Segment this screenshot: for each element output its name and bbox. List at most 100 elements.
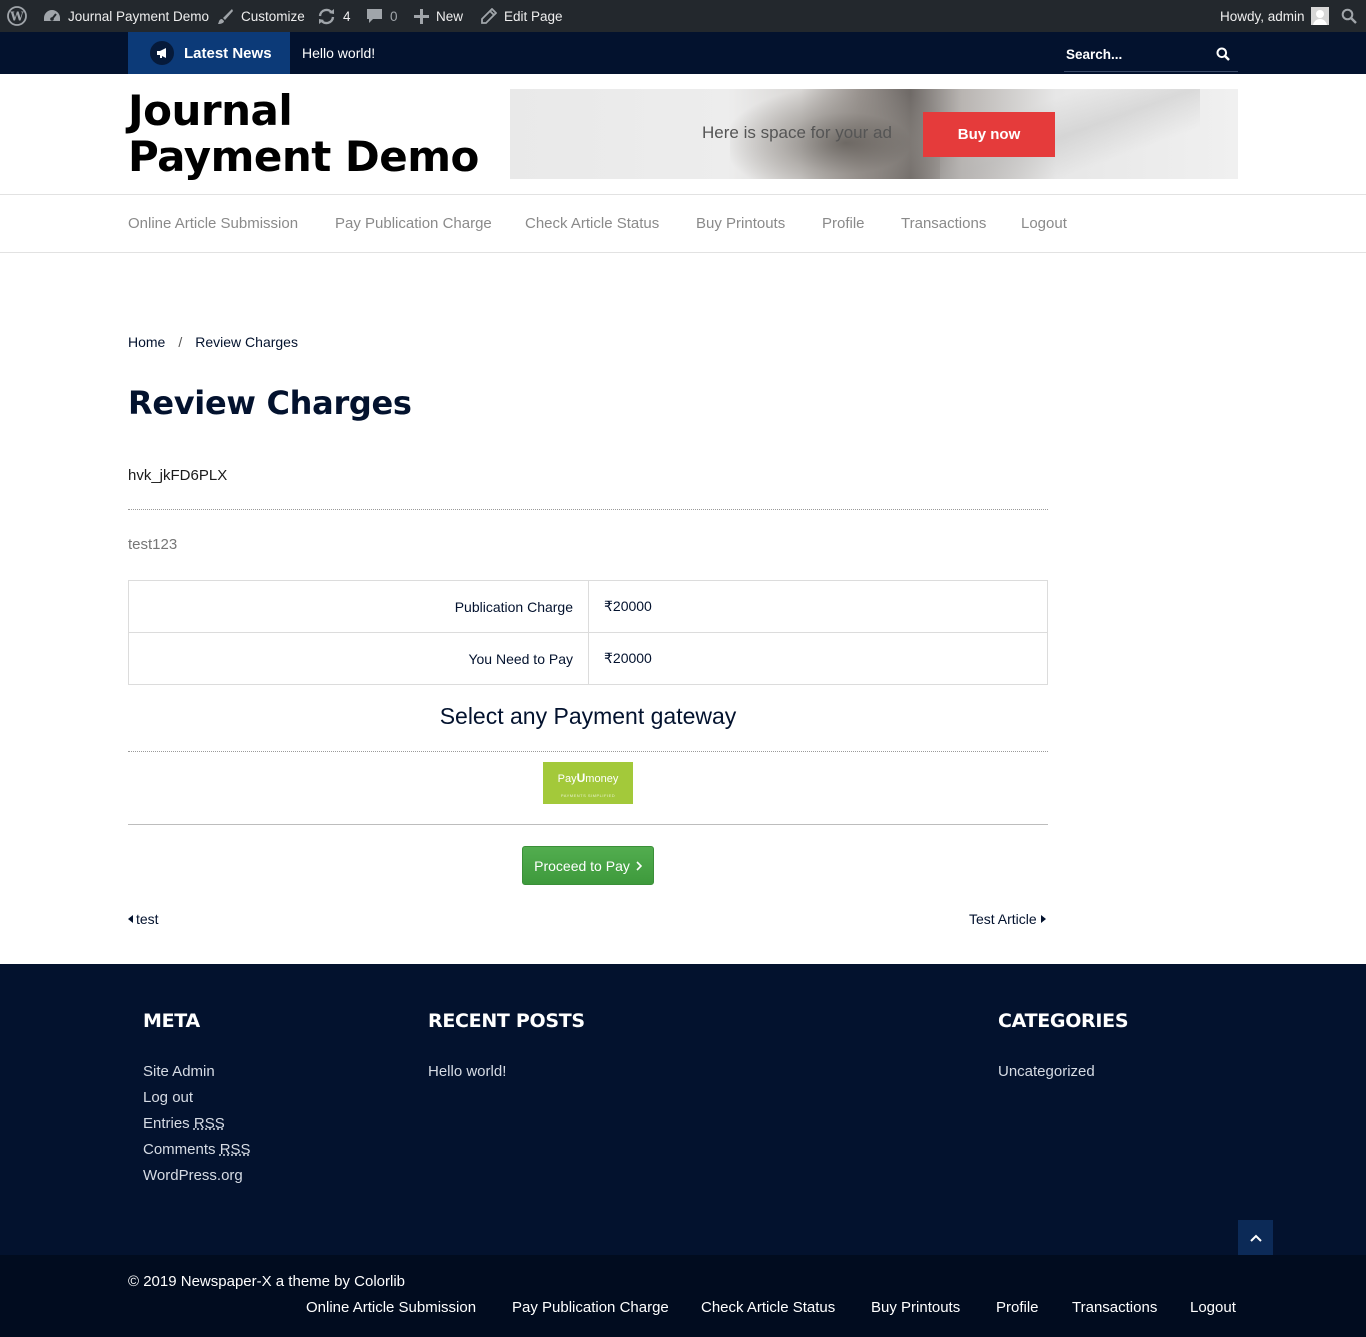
back-to-top-button[interactable] xyxy=(1238,1220,1273,1255)
updates-link[interactable]: 4 xyxy=(317,0,351,32)
next-post-link[interactable]: Test Article xyxy=(969,911,1046,927)
customize-link[interactable]: Customize xyxy=(217,0,305,32)
comments-link[interactable]: 0 xyxy=(366,0,398,32)
meta-entries-rss[interactable]: Entries RSS xyxy=(143,1115,225,1132)
pencil-icon xyxy=(481,8,497,24)
top-bar: Latest News Hello world! xyxy=(0,32,1366,74)
page-title: Review Charges xyxy=(128,384,412,422)
chevron-right-icon xyxy=(636,860,642,871)
chevron-up-icon xyxy=(1249,1234,1262,1242)
rss-abbr: RSS xyxy=(219,1141,251,1158)
breadcrumb-separator: / xyxy=(178,334,183,350)
meta-log-out[interactable]: Log out xyxy=(143,1089,193,1106)
divider xyxy=(128,509,1048,510)
footer-nav-online-article-submission[interactable]: Online Article Submission xyxy=(306,1299,476,1316)
breadcrumb-current: Review Charges xyxy=(195,334,298,350)
table-row: You Need to Pay ₹20000 xyxy=(128,632,1048,685)
footer-nav-logout[interactable]: Logout xyxy=(1190,1299,1236,1316)
next-post-title: Test Article xyxy=(969,911,1037,927)
gateway-heading: Select any Payment gateway xyxy=(439,703,737,729)
charges-table: Publication Charge ₹20000 You Need to Pa… xyxy=(128,580,1048,685)
payumoney-logo: PayUmoney xyxy=(543,771,633,785)
entries-rss-prefix: Entries xyxy=(143,1115,194,1132)
brush-icon xyxy=(217,8,234,25)
previous-post-title: test xyxy=(136,911,159,927)
nav-pay-publication-charge[interactable]: Pay Publication Charge xyxy=(335,195,492,252)
charge-label: Publication Charge xyxy=(128,580,589,633)
ad-banner[interactable]: Here is space for your ad Buy now xyxy=(510,89,1238,179)
search-input[interactable] xyxy=(1066,42,1206,66)
breadcrumb-home[interactable]: Home xyxy=(128,334,165,350)
footer-nav-profile[interactable]: Profile xyxy=(996,1299,1039,1316)
proceed-to-pay-button[interactable]: Proceed to Pay xyxy=(522,846,654,885)
widget-title-recent-posts: RECENT POSTS xyxy=(428,1010,585,1032)
proceed-label: Proceed to Pay xyxy=(534,857,630,874)
new-content-link[interactable]: New xyxy=(414,0,463,32)
divider xyxy=(128,824,1048,825)
wordpress-icon: W xyxy=(7,6,27,26)
latest-news-label: Latest News xyxy=(128,32,290,74)
comment-icon xyxy=(366,8,383,24)
search-icon xyxy=(1341,8,1357,24)
news-ticker-item[interactable]: Hello world! xyxy=(302,32,375,74)
ad-text: Here is space for your ad xyxy=(702,123,892,142)
payu-tagline: PAYMENTS SIMPLIFIED xyxy=(560,793,616,798)
svg-text:W: W xyxy=(9,10,24,24)
nav-check-article-status[interactable]: Check Article Status xyxy=(525,195,659,252)
search-form xyxy=(1064,38,1238,72)
footer-nav-transactions[interactable]: Transactions xyxy=(1072,1299,1157,1316)
comments-rss-prefix: Comments xyxy=(143,1141,220,1158)
copyright-text: © 2019 Newspaper-X a theme by Colorlib xyxy=(128,1273,406,1290)
site-name-menu[interactable]: Journal Payment Demo xyxy=(43,0,209,32)
site-title[interactable]: Journal Payment Demo xyxy=(128,88,498,180)
search-icon xyxy=(1216,47,1230,61)
comments-count: 0 xyxy=(390,8,398,24)
meta-comments-rss[interactable]: Comments RSS xyxy=(143,1141,251,1158)
caret-right-icon xyxy=(1040,915,1046,923)
divider xyxy=(128,751,1048,752)
edit-page-link[interactable]: Edit Page xyxy=(481,0,563,32)
edit-page-label: Edit Page xyxy=(504,8,563,24)
main-navigation: Online Article Submission Pay Publicatio… xyxy=(0,194,1366,253)
search-submit-button[interactable] xyxy=(1216,46,1232,62)
ticker-text: Hello world! xyxy=(302,45,376,61)
footer-widgets xyxy=(0,964,1366,1255)
plus-icon xyxy=(414,8,429,24)
customize-label: Customize xyxy=(241,8,305,24)
meta-site-admin[interactable]: Site Admin xyxy=(143,1063,215,1080)
new-label: New xyxy=(436,8,464,24)
nav-online-article-submission[interactable]: Online Article Submission xyxy=(128,195,298,252)
charge-value: ₹20000 xyxy=(588,580,1048,633)
rss-abbr: RSS xyxy=(193,1115,225,1132)
wordpress-menu[interactable]: W xyxy=(7,0,27,32)
widget-title-meta: META xyxy=(143,1010,200,1032)
breadcrumb: Home / Review Charges xyxy=(128,334,298,350)
updates-icon xyxy=(317,8,336,25)
ad-buy-now-button[interactable]: Buy now xyxy=(923,112,1055,157)
nav-buy-printouts[interactable]: Buy Printouts xyxy=(696,195,785,252)
payu-brand-left: Pay xyxy=(557,773,577,785)
category-link[interactable]: Uncategorized xyxy=(998,1063,1095,1080)
nav-transactions[interactable]: Transactions xyxy=(901,195,986,252)
footer-nav-check-article-status[interactable]: Check Article Status xyxy=(701,1299,835,1316)
latest-news-text: Latest News xyxy=(184,44,272,62)
article-title: test123 xyxy=(128,536,178,553)
widget-title-categories: CATEGORIES xyxy=(998,1010,1129,1032)
footer-nav-pay-publication-charge[interactable]: Pay Publication Charge xyxy=(512,1299,669,1316)
payumoney-gateway-option[interactable]: PayUmoney PAYMENTS SIMPLIFIED xyxy=(543,762,633,804)
howdy-label: Howdy, admin xyxy=(1220,8,1305,24)
previous-post-link[interactable]: test xyxy=(128,911,159,927)
footer-bottom-bar xyxy=(0,1255,1366,1337)
meta-wordpress-org[interactable]: WordPress.org xyxy=(143,1167,243,1184)
payu-brand-u: U xyxy=(576,771,586,785)
recent-post-link[interactable]: Hello world! xyxy=(428,1063,506,1080)
my-account-menu[interactable]: Howdy, admin xyxy=(1220,0,1329,32)
site-name-label: Journal Payment Demo xyxy=(68,8,210,24)
article-code: hvk_jkFD6PLX xyxy=(128,467,228,484)
footer-nav-buy-printouts[interactable]: Buy Printouts xyxy=(871,1299,960,1316)
nav-profile[interactable]: Profile xyxy=(822,195,865,252)
admin-search-button[interactable] xyxy=(1341,0,1357,32)
payu-brand-right: money xyxy=(585,773,619,785)
admin-bar: W Journal Payment Demo Customize 4 0 New xyxy=(0,0,1366,32)
nav-logout[interactable]: Logout xyxy=(1021,195,1067,252)
